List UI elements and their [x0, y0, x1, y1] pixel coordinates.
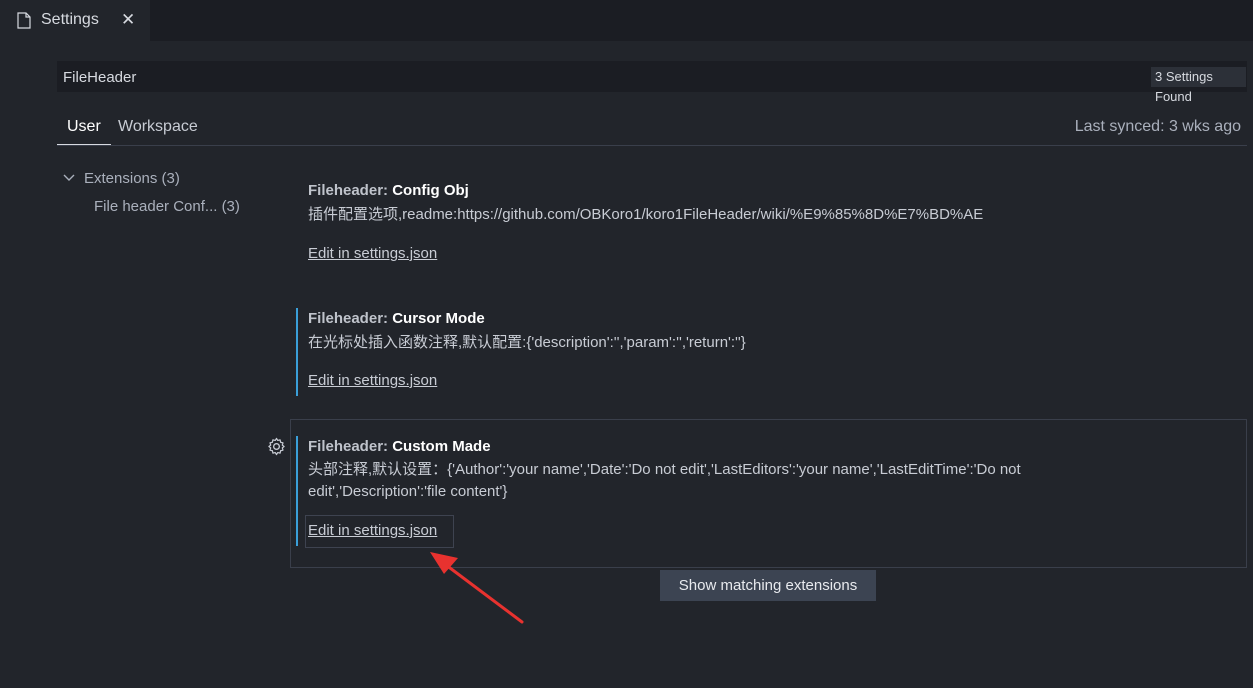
edit-in-settings-json-link[interactable]: Edit in settings.json: [308, 245, 437, 262]
setting-description: 在光标处插入函数注释,默认配置:{'description':'','param…: [308, 334, 746, 351]
setting-title: Fileheader: Cursor Mode: [308, 310, 485, 327]
last-synced-status: Last synced: 3 wks ago: [1074, 118, 1241, 135]
setting-cursor-mode: Fileheader: Cursor Mode 在光标处插入函数注释,默认配置:…: [296, 308, 1247, 396]
search-input[interactable]: [63, 66, 1063, 88]
setting-title: Fileheader: Custom Made: [308, 438, 491, 455]
scope-tabs: User Workspace Last synced: 3 wks ago: [57, 110, 1247, 146]
settings-search-box: 3 Settings Found: [57, 61, 1247, 104]
tab-workspace[interactable]: Workspace: [118, 118, 198, 136]
setting-name: Custom Made: [392, 438, 491, 455]
setting-title: Fileheader: Config Obj: [308, 182, 469, 199]
toc-item-label: Extensions (3): [84, 170, 180, 187]
toc-item-file-header[interactable]: File header Conf... (3): [94, 198, 240, 215]
red-arrow-annotation: [430, 552, 524, 624]
gear-icon[interactable]: [267, 437, 286, 456]
show-matching-extensions-button[interactable]: Show matching extensions: [660, 570, 876, 601]
setting-config-obj: Fileheader: Config Obj 插件配置选项,readme:htt…: [296, 180, 1247, 270]
tab-title: Settings: [41, 11, 99, 28]
editor-tab-bar: Settings ✕: [0, 0, 1253, 41]
modified-indicator: [296, 308, 298, 396]
file-icon: [17, 12, 31, 29]
edit-in-settings-json-link[interactable]: Edit in settings.json: [308, 372, 437, 389]
modified-indicator: [296, 436, 298, 546]
results-count-badge: 3 Settings Found: [1151, 67, 1246, 104]
setting-category: Fileheader:: [308, 310, 393, 327]
chevron-down-icon: [63, 174, 75, 181]
setting-custom-made: Fileheader: Custom Made 头部注释,默认设置：{'Auth…: [296, 436, 1247, 546]
close-icon[interactable]: ✕: [121, 10, 135, 30]
setting-name: Config Obj: [392, 182, 469, 199]
tab-settings[interactable]: Settings ✕: [0, 0, 150, 41]
setting-description: 头部注释,默认设置：{'Author':'your name','Date':'…: [308, 461, 1021, 500]
setting-name: Cursor Mode: [392, 310, 485, 327]
toc-item-extensions[interactable]: Extensions (3): [60, 170, 200, 190]
setting-description: 插件配置选项,readme:https://github.com/OBKoro1…: [308, 206, 984, 223]
edit-in-settings-json-link[interactable]: Edit in settings.json: [308, 522, 437, 539]
tab-user[interactable]: User: [57, 118, 111, 145]
setting-category: Fileheader:: [308, 182, 393, 199]
setting-category: Fileheader:: [308, 438, 393, 455]
